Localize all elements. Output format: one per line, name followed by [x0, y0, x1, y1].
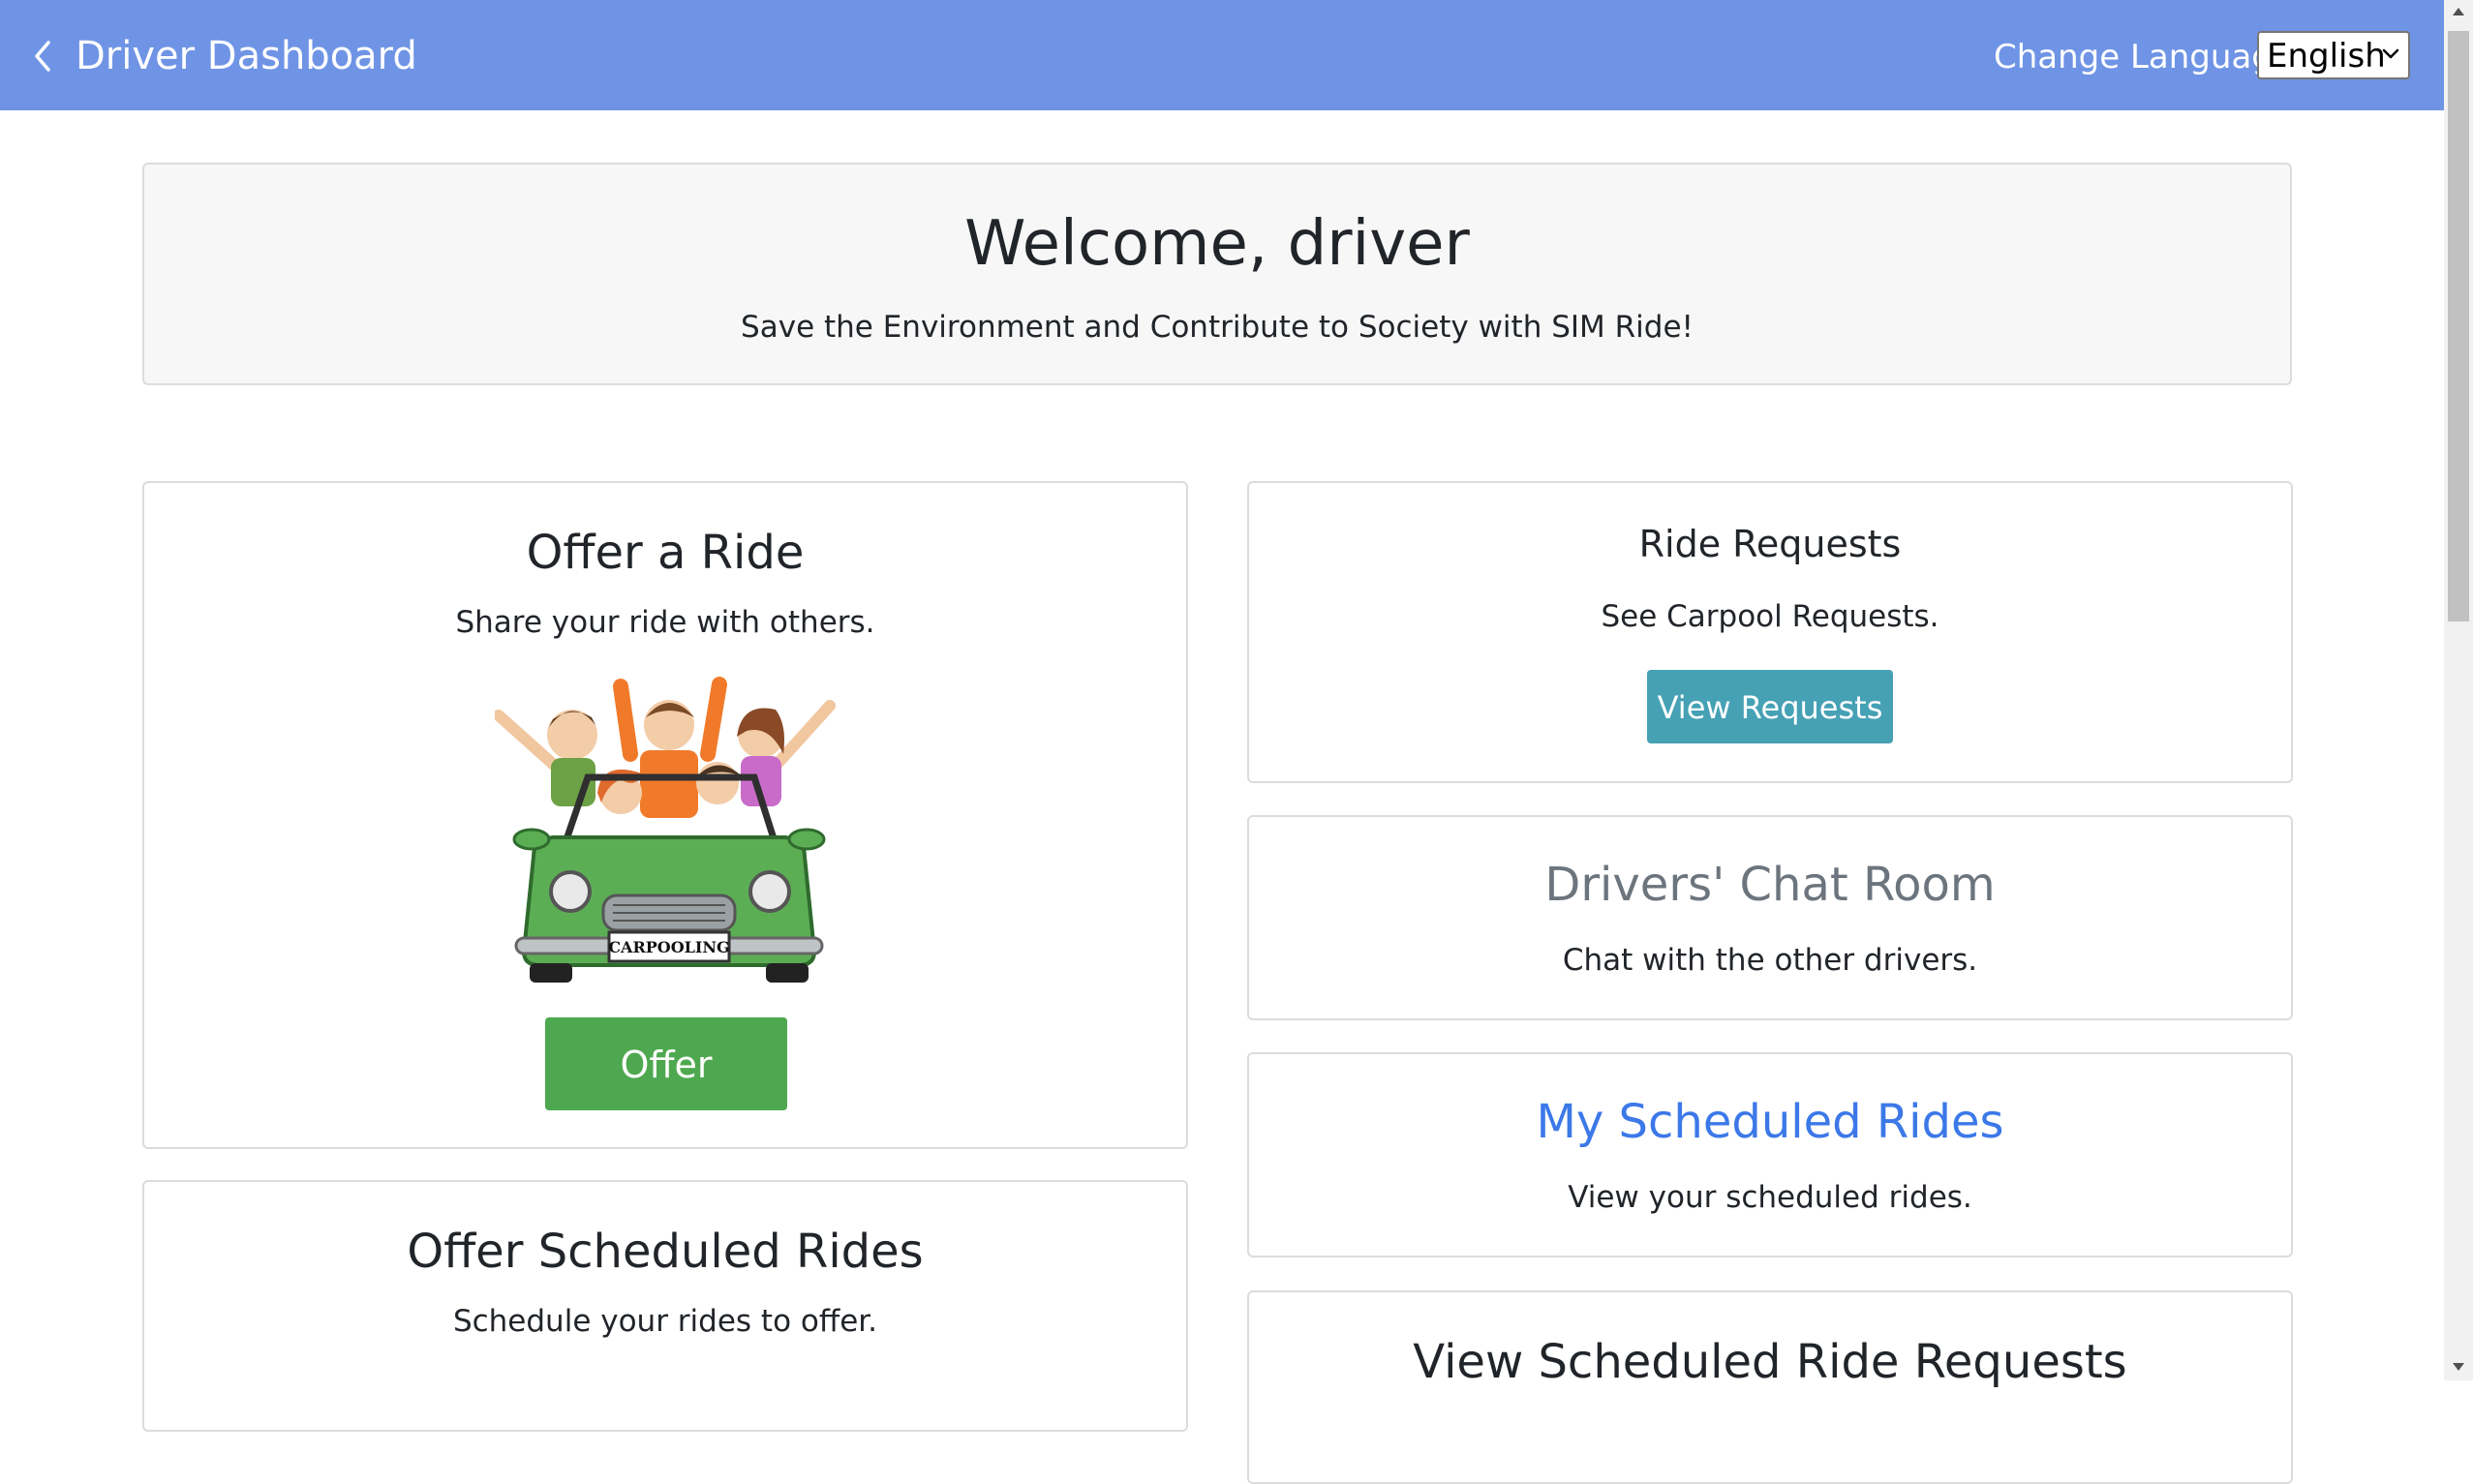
scrollbar-thumb[interactable]: [2448, 31, 2469, 621]
offer-scheduled-text: Schedule your rides to offer.: [452, 1304, 878, 1339]
chevron-left-icon[interactable]: [27, 37, 58, 76]
drivers-chat-room-card[interactable]: Drivers' Chat Room Chat with the other d…: [1247, 815, 2293, 1020]
offer-ride-text: Share your ride with others.: [455, 605, 875, 640]
offer-scheduled-title: Offer Scheduled Rides: [407, 1225, 924, 1279]
view-scheduled-ride-requests-card[interactable]: View Scheduled Ride Requests: [1247, 1290, 2293, 1484]
offer-scheduled-rides-card: Offer Scheduled Rides Schedule your ride…: [142, 1180, 1188, 1432]
scroll-up-arrow-icon[interactable]: [2444, 0, 2473, 25]
offer-button[interactable]: Offer: [545, 1017, 787, 1110]
chat-room-title[interactable]: Drivers' Chat Room: [1249, 854, 2291, 916]
welcome-subtitle: Save the Environment and Contribute to S…: [741, 310, 1694, 345]
language-selected-value: English: [2267, 37, 2386, 76]
my-scheduled-rides-card[interactable]: My Scheduled Rides View your scheduled r…: [1247, 1052, 2293, 1257]
my-scheduled-rides-text: View your scheduled rides.: [1568, 1180, 1972, 1215]
view-requests-button[interactable]: View Requests: [1647, 670, 1893, 743]
ride-requests-text: See Carpool Requests.: [1601, 599, 1939, 634]
my-scheduled-rides-link[interactable]: My Scheduled Rides: [1249, 1091, 2291, 1153]
offer-ride-title: Offer a Ride: [526, 526, 805, 580]
carpooling-car-illustration: CARPOOLING: [495, 677, 836, 983]
welcome-banner: Welcome, driver Save the Environment and…: [142, 163, 2292, 385]
chevron-down-icon: [2382, 48, 2399, 59]
top-bar: Driver Dashboard Change Language: Englis…: [0, 0, 2444, 110]
page-title: Driver Dashboard: [76, 34, 417, 78]
view-scheduled-requests-title[interactable]: View Scheduled Ride Requests: [1249, 1331, 2291, 1393]
offer-ride-card: Offer a Ride Share your ride with others…: [142, 481, 1188, 1149]
ride-requests-title: Ride Requests: [1638, 523, 1902, 565]
chat-room-text: Chat with the other drivers.: [1562, 943, 1978, 978]
ride-requests-card: Ride Requests See Carpool Requests. View…: [1247, 481, 2293, 783]
language-select[interactable]: English: [2257, 31, 2410, 79]
scroll-down-arrow-icon[interactable]: [2444, 1353, 2473, 1378]
car-plate-text: CARPOOLING: [608, 938, 729, 956]
welcome-heading: Welcome, driver: [964, 208, 1470, 280]
